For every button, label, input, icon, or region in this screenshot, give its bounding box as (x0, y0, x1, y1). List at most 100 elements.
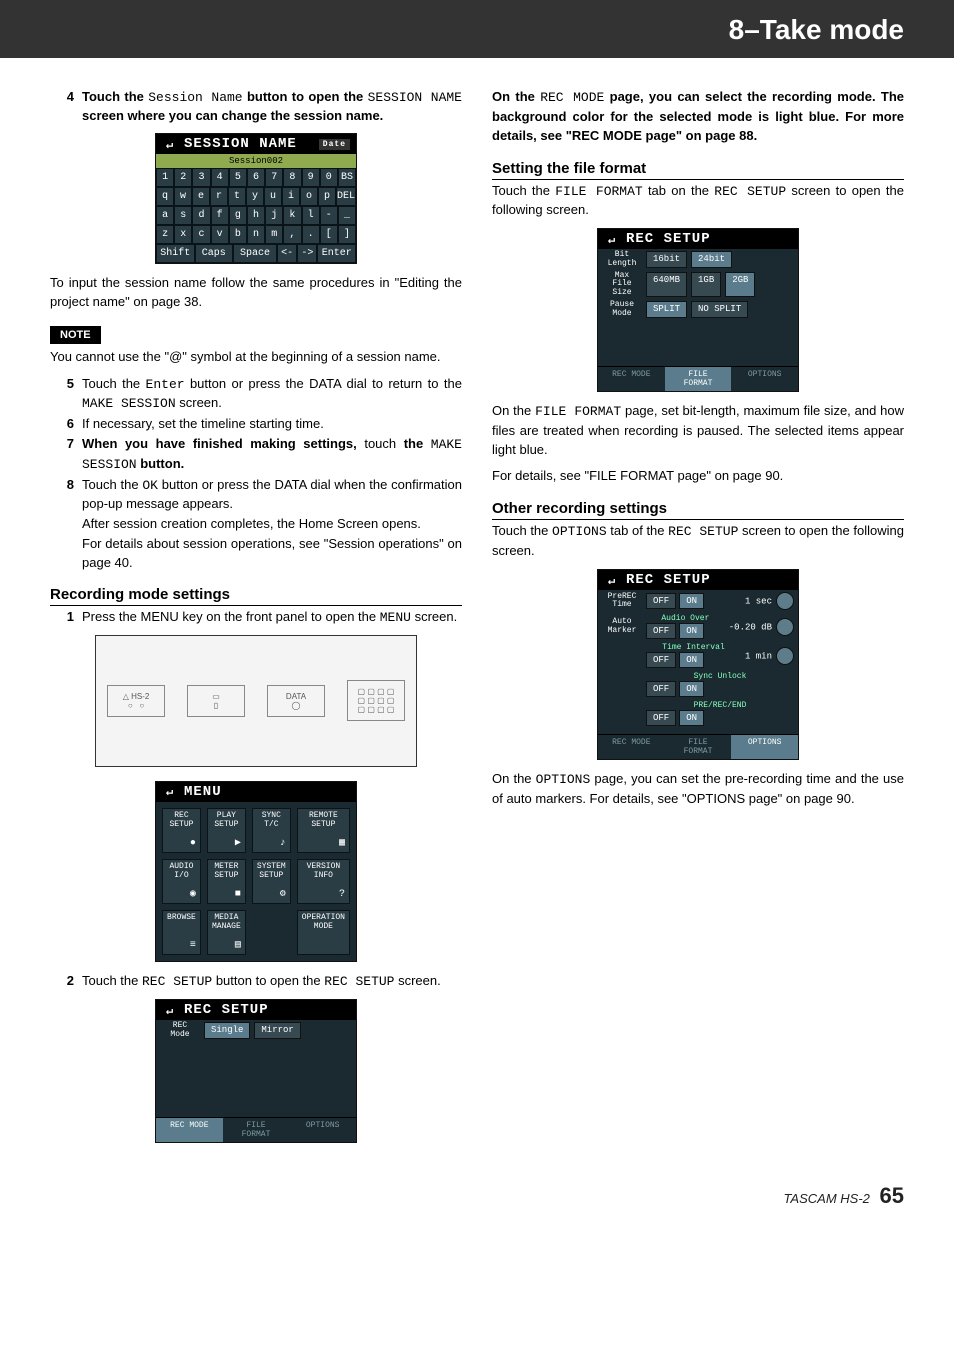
rec-setup-options-screenshot: ↵ REC SETUP PreREC TimeOFFON1 secAuto Ma… (597, 569, 799, 760)
option-cell: ON (679, 623, 704, 639)
page-number: 65 (880, 1183, 904, 1208)
menu-icon: ♪ (280, 838, 286, 849)
option-cell: ON (679, 652, 704, 668)
kb-key: l (302, 206, 320, 225)
step-7: 7 When you have finished making settings… (50, 435, 462, 473)
kb-key: w (174, 187, 192, 206)
fp-dial: DATA◯ (267, 685, 325, 717)
rec-setup-fileformat-screenshot: ↵ REC SETUP Bit Length16bit24bitMax File… (597, 228, 799, 392)
option-cell: ON (679, 710, 704, 726)
menu-cell: AUDIO I/O◉ (162, 859, 201, 904)
chapter-header: 8–Take mode (0, 0, 954, 58)
kb-key: <- (277, 244, 297, 263)
option-cell: OFF (646, 623, 676, 639)
kb-key: y (246, 187, 264, 206)
kb-key: ] (338, 225, 356, 244)
kb-key: m (265, 225, 283, 244)
menu-icon: ▤ (235, 940, 241, 951)
kb-key: v (211, 225, 229, 244)
kb-key: i (282, 187, 300, 206)
kb-key: d (192, 206, 210, 225)
menu-icon: ◉ (190, 889, 196, 900)
kb-key: Caps (195, 244, 234, 263)
kb-key: c (192, 225, 210, 244)
kb-key: 7 (265, 168, 283, 187)
rec-mode-intro: On the REC MODE page, you can select the… (492, 88, 904, 146)
kb-key: _ (338, 206, 356, 225)
subhead-file-format: Setting the file format (492, 160, 904, 180)
row-label: Bit Length (602, 251, 642, 268)
kb-key: 6 (247, 168, 265, 187)
subhead-recording-mode: Recording mode settings (50, 586, 462, 606)
kb-key: [ (320, 225, 338, 244)
kb-key: 2 (174, 168, 192, 187)
row-head: Time Interval (646, 643, 741, 652)
kb-key: 9 (302, 168, 320, 187)
row-label: Pause Mode (602, 301, 642, 318)
file-format-p: Touch the FILE FORMAT tab on the REC SET… (492, 182, 904, 221)
menu-icon: ⚙ (280, 889, 286, 900)
rm-step-2: 2 Touch the REC SETUP button to open the… (50, 972, 462, 991)
kb-titlebar: ↵ SESSION NAME Date (156, 134, 356, 154)
menu-cell: VERSION INFO? (297, 859, 350, 904)
option-cell: OFF (646, 652, 676, 668)
kb-key: 5 (229, 168, 247, 187)
left-column: 4 Touch the Session Name button to open … (50, 88, 462, 1153)
back-icon: ↵ (162, 1003, 178, 1017)
row-label: PreREC Time (602, 593, 642, 610)
kb-key: BS (338, 168, 356, 187)
kb-key: , (283, 225, 301, 244)
option-cell: 24bit (691, 251, 732, 268)
rec-setup-recmode-screenshot: ↵ REC SETUP REC Mode Single Mirror REC M… (155, 999, 357, 1143)
back-icon: ↵ (604, 232, 620, 246)
input-instructions: To input the session name follow the sam… (50, 274, 462, 312)
rm-step-1: 1 Press the MENU key on the front panel … (50, 608, 462, 627)
other-p: Touch the OPTIONS tab of the REC SETUP s… (492, 522, 904, 561)
option-cell: NO SPLIT (691, 301, 748, 318)
menu-cell: PLAY SETUP▶ (207, 808, 246, 853)
kb-key: k (283, 206, 301, 225)
back-icon: ↵ (162, 785, 178, 799)
row-label: Auto Marker (602, 618, 642, 635)
step-4: 4 Touch the Session Name button to open … (50, 88, 462, 125)
kb-key: Shift (156, 244, 195, 263)
kb-key: Enter (317, 244, 356, 263)
knob-icon (776, 618, 794, 636)
menu-icon: ▦ (339, 838, 345, 849)
file-after-1: On the FILE FORMAT page, set bit-length,… (492, 402, 904, 460)
menu-icon: ● (190, 838, 196, 849)
note-badge: NOTE (50, 326, 101, 344)
kb-key: 0 (320, 168, 338, 187)
menu-icon: ■ (235, 889, 241, 900)
kb-key: 8 (283, 168, 301, 187)
kb-key: u (264, 187, 282, 206)
kb-key: g (229, 206, 247, 225)
kb-key: x (174, 225, 192, 244)
menu-cell: METER SETUP■ (207, 859, 246, 904)
fp-buttons: ▢ ▢ ▢ ▢▢ ▢ ▢ ▢▢ ▢ ▢ ▢ (347, 680, 405, 721)
step-8: 8 Touch the OK button or press the DATA … (50, 476, 462, 513)
chapter-title: 8–Take mode (729, 14, 904, 45)
kb-key: DEL (336, 187, 356, 206)
knob-icon (776, 647, 794, 665)
kb-key: q (156, 187, 174, 206)
kb-key: z (156, 225, 174, 244)
kb-key: f (211, 206, 229, 225)
row-head: Audio Over (646, 614, 725, 623)
option-cell: ON (679, 593, 704, 609)
menu-cell: MEDIA MANAGE▤ (207, 910, 246, 955)
back-icon: ↵ (162, 137, 178, 151)
kb-key: 1 (156, 168, 174, 187)
kb-key: e (192, 187, 210, 206)
option-cell: 16bit (646, 251, 687, 268)
date-badge: Date (319, 139, 350, 150)
fp-label: △ HS-2○ ○ (107, 685, 165, 717)
right-column: On the REC MODE page, you can select the… (492, 88, 904, 1153)
option-cell: ON (679, 681, 704, 697)
row-value: -0.20 dB (729, 618, 794, 636)
row-head: PRE/REC/END (646, 701, 794, 710)
step-8a: After session creation completes, the Ho… (82, 515, 462, 533)
menu-cell: REC SETUP● (162, 808, 201, 853)
kb-key: h (247, 206, 265, 225)
kb-key: Space (233, 244, 277, 263)
